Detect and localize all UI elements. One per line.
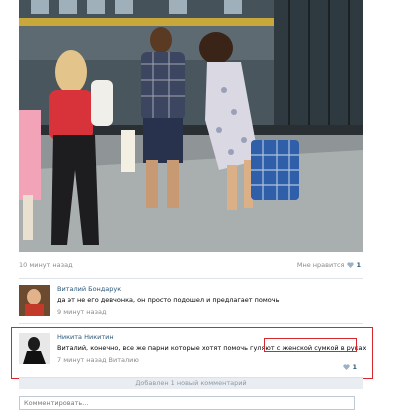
avatar-image-icon: [19, 285, 50, 316]
post-timestamp[interactable]: 10 минут назад: [19, 261, 73, 269]
comment-timestamp[interactable]: 9 минут назад: [57, 308, 106, 316]
comment-text: да эт не его девчонка, он просто подошел…: [57, 296, 280, 304]
heart-icon: [347, 262, 355, 268]
avatar[interactable]: [19, 285, 50, 316]
comment-text-main: Виталий, конечно, все же парни которые х…: [57, 344, 277, 352]
comment-like-button[interactable]: 1: [343, 363, 357, 371]
comment-timestamp[interactable]: 7 минут назад: [57, 356, 106, 364]
comment-input[interactable]: Комментировать...: [19, 396, 355, 410]
reply-to-link[interactable]: Виталию: [109, 356, 139, 364]
heart-icon: [343, 364, 351, 370]
text-highlight-frame: [264, 338, 357, 352]
post-meta: 10 минут назад Мне нравится 1: [19, 261, 363, 273]
like-count: 1: [352, 363, 357, 371]
new-comments-notice[interactable]: Добавлен 1 новый комментарий: [19, 377, 363, 389]
avatar-image-icon: [19, 333, 50, 364]
post-photo[interactable]: [19, 0, 363, 252]
comment-author-link[interactable]: Никита Никитин: [57, 333, 114, 341]
comment: Виталий Бондарук да эт не его девчонка, …: [19, 285, 363, 321]
post-like-button[interactable]: Мне нравится 1: [297, 261, 361, 269]
comment-author-link[interactable]: Виталий Бондарук: [57, 285, 121, 293]
comment-meta: 7 минут назад Виталию: [57, 356, 139, 364]
platform-photo-illustration: [19, 0, 363, 252]
divider: [19, 278, 363, 279]
like-count: 1: [356, 261, 361, 269]
divider: [19, 323, 363, 324]
like-label: Мне нравится: [296, 261, 345, 269]
avatar[interactable]: [19, 333, 50, 364]
